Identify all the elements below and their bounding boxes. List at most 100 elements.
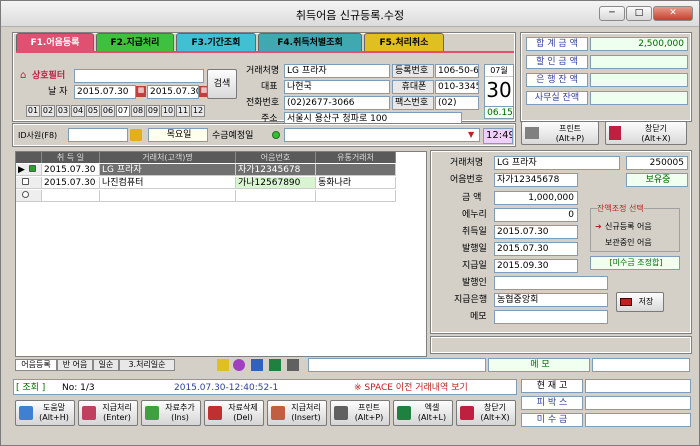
info-label: 현 재 고 — [521, 379, 583, 393]
detail-footer — [430, 336, 692, 354]
grid-header-cell[interactable]: 취 득 일 — [42, 152, 100, 163]
bank-field[interactable]: 농협중앙회 — [494, 293, 608, 307]
settings-icon[interactable] — [287, 359, 299, 371]
bottom-button-5[interactable]: 지급처리 (Insert) — [267, 400, 327, 426]
bottom-tab-3[interactable]: 일순 — [93, 359, 119, 371]
grid-cell[interactable] — [100, 190, 236, 202]
bottom-button-7[interactable]: 엑셀 (Alt+L) — [393, 400, 453, 426]
home-icon: ⌂ — [20, 70, 27, 81]
print-button[interactable]: 프린트 (Alt+P) — [521, 121, 599, 145]
grid-header-cell[interactable]: 유통거래처 — [316, 152, 396, 163]
month-tab-03[interactable]: 03 — [56, 105, 70, 117]
calendar-icon[interactable]: ▦ — [136, 86, 146, 97]
memo-input[interactable] — [592, 358, 690, 372]
date-from-input[interactable]: 2015.07.30 — [74, 85, 136, 99]
tab-4[interactable]: F4.취득처별조회 — [258, 33, 362, 51]
due-date-input[interactable] — [284, 128, 480, 142]
tab-1[interactable]: F1.어음등록 — [16, 33, 94, 51]
bottom-button-4[interactable]: 자료삭제 (Del) — [204, 400, 264, 426]
grid-header-cell[interactable]: 거래처(고객)명 — [100, 152, 236, 163]
month-tab-05[interactable]: 05 — [86, 105, 100, 117]
bottom-tab-4[interactable]: 3.처리일순 — [119, 359, 175, 371]
info-value — [585, 379, 691, 393]
search-input-bottom[interactable] — [308, 358, 486, 372]
note-icon[interactable] — [217, 359, 229, 371]
dropdown-arrow-icon[interactable]: ▼ — [468, 130, 474, 139]
reg-field[interactable]: 106-50-633 — [435, 64, 479, 78]
grid-cell[interactable]: 자가12345678 — [236, 164, 316, 176]
bottom-button-6[interactable]: 프린트 (Alt+P) — [330, 400, 390, 426]
grid-cell[interactable]: 나진컴퓨터 — [100, 177, 236, 189]
month-tab-08[interactable]: 08 — [131, 105, 145, 117]
month-tab-04[interactable]: 04 — [71, 105, 85, 117]
discount-field[interactable]: 0 — [494, 208, 578, 222]
grid-cell[interactable]: 가나12567890 — [236, 177, 316, 189]
issue-date-label: 발행일 — [462, 244, 487, 254]
grid-cell[interactable] — [316, 164, 396, 176]
option-held-note[interactable]: 보관중인 어음 — [605, 237, 652, 249]
memo-field[interactable] — [494, 310, 608, 324]
tab-3[interactable]: F3.기간조회 — [176, 33, 256, 51]
grid-cell[interactable] — [316, 190, 396, 202]
month-tab-06[interactable]: 06 — [101, 105, 115, 117]
pay-date-field[interactable]: 2015.09.30 — [494, 259, 578, 273]
option-new-note[interactable]: 신규등록 어음 — [605, 221, 652, 233]
grid-cell[interactable]: 2015.07.30 — [42, 164, 100, 176]
amount-field[interactable]: 1,000,000 — [494, 191, 578, 205]
grid-cell[interactable]: LG 프라자 — [100, 164, 236, 176]
note-no-field[interactable]: 자가12345678 — [494, 173, 578, 187]
fax-field[interactable]: (02) — [435, 96, 479, 110]
grid-row-indicator[interactable] — [16, 177, 42, 189]
grid-header-cell[interactable]: 어음번호 — [236, 152, 316, 163]
month-tab-01[interactable]: 01 — [26, 105, 40, 117]
grid-cell[interactable] — [42, 190, 100, 202]
issue-date-field[interactable]: 2015.07.30 — [494, 242, 578, 256]
issuer-field[interactable] — [494, 276, 608, 290]
palette-icon[interactable] — [233, 359, 245, 371]
month-tab-11[interactable]: 11 — [176, 105, 190, 117]
bottom-tab-2[interactable]: 반 어음 — [57, 359, 93, 371]
date-to-input[interactable]: 2015.07.30 — [147, 85, 199, 99]
month-tab-12[interactable]: 12 — [191, 105, 205, 117]
bottom-tab-1[interactable]: 어음등록 — [15, 359, 57, 371]
bottom-button-3[interactable]: 자료추가 (Ins) — [141, 400, 201, 426]
minimize-button[interactable]: ─ — [599, 6, 625, 21]
staff-input[interactable] — [68, 128, 128, 142]
acquired-date-field[interactable]: 2015.07.30 — [494, 225, 578, 239]
phone-field[interactable]: (02)2677-3066 — [284, 96, 390, 110]
bottom-tabs: 어음등록 반 어음 일순 3.처리일순 — [15, 359, 215, 371]
mobile-field[interactable]: 010-3345-7 — [435, 80, 479, 94]
due-date-indicator[interactable] — [272, 131, 280, 139]
staff-lookup-icon[interactable] — [130, 129, 142, 141]
grid-row-indicator[interactable]: ▶ — [16, 164, 42, 176]
amount-label: 금 액 — [462, 193, 482, 203]
grid-cell[interactable]: 2015.07.30 — [42, 177, 100, 189]
bottom-button-2[interactable]: 지급처리 (Enter) — [78, 400, 138, 426]
month-tab-10[interactable]: 10 — [161, 105, 175, 117]
grid-cell[interactable]: 동화나라 — [316, 177, 396, 189]
grid-row-indicator[interactable] — [16, 190, 42, 202]
partner-filter-input[interactable] — [74, 69, 204, 83]
rep-field[interactable]: 나현국 — [284, 80, 390, 94]
grid-icon[interactable] — [251, 359, 263, 371]
button-key: (Alt+L) — [417, 413, 447, 422]
button-label: 엑셀 — [424, 403, 440, 412]
close-window-button[interactable]: ✕ — [653, 6, 693, 21]
month-tab-09[interactable]: 09 — [146, 105, 160, 117]
tab-2[interactable]: F2.지급처리 — [96, 33, 174, 51]
month-tab-02[interactable]: 02 — [41, 105, 55, 117]
maximize-button[interactable]: □ — [626, 6, 652, 21]
partner-name-field[interactable]: LG 프라자 — [284, 64, 390, 78]
close-button-top[interactable]: 창닫기 (Alt+X) — [605, 121, 687, 145]
bottom-button-8[interactable]: 창닫기 (Alt+X) — [456, 400, 516, 426]
detail-name-field[interactable]: LG 프라자 — [494, 156, 620, 170]
search-button[interactable]: 검색 — [207, 69, 237, 99]
excel-icon[interactable] — [269, 359, 281, 371]
month-tab-07[interactable]: 07 — [116, 105, 130, 117]
unpaid-adjust-button[interactable]: [미수금 조정합] — [590, 256, 680, 270]
grid-cell[interactable] — [236, 190, 316, 202]
save-button[interactable]: 저장 — [616, 292, 664, 312]
bottom-button-1[interactable]: 도움말 (Alt+H) — [15, 400, 75, 426]
date-label: 날 자 — [48, 87, 68, 97]
tab-5[interactable]: F5.처리취소 — [364, 33, 444, 51]
